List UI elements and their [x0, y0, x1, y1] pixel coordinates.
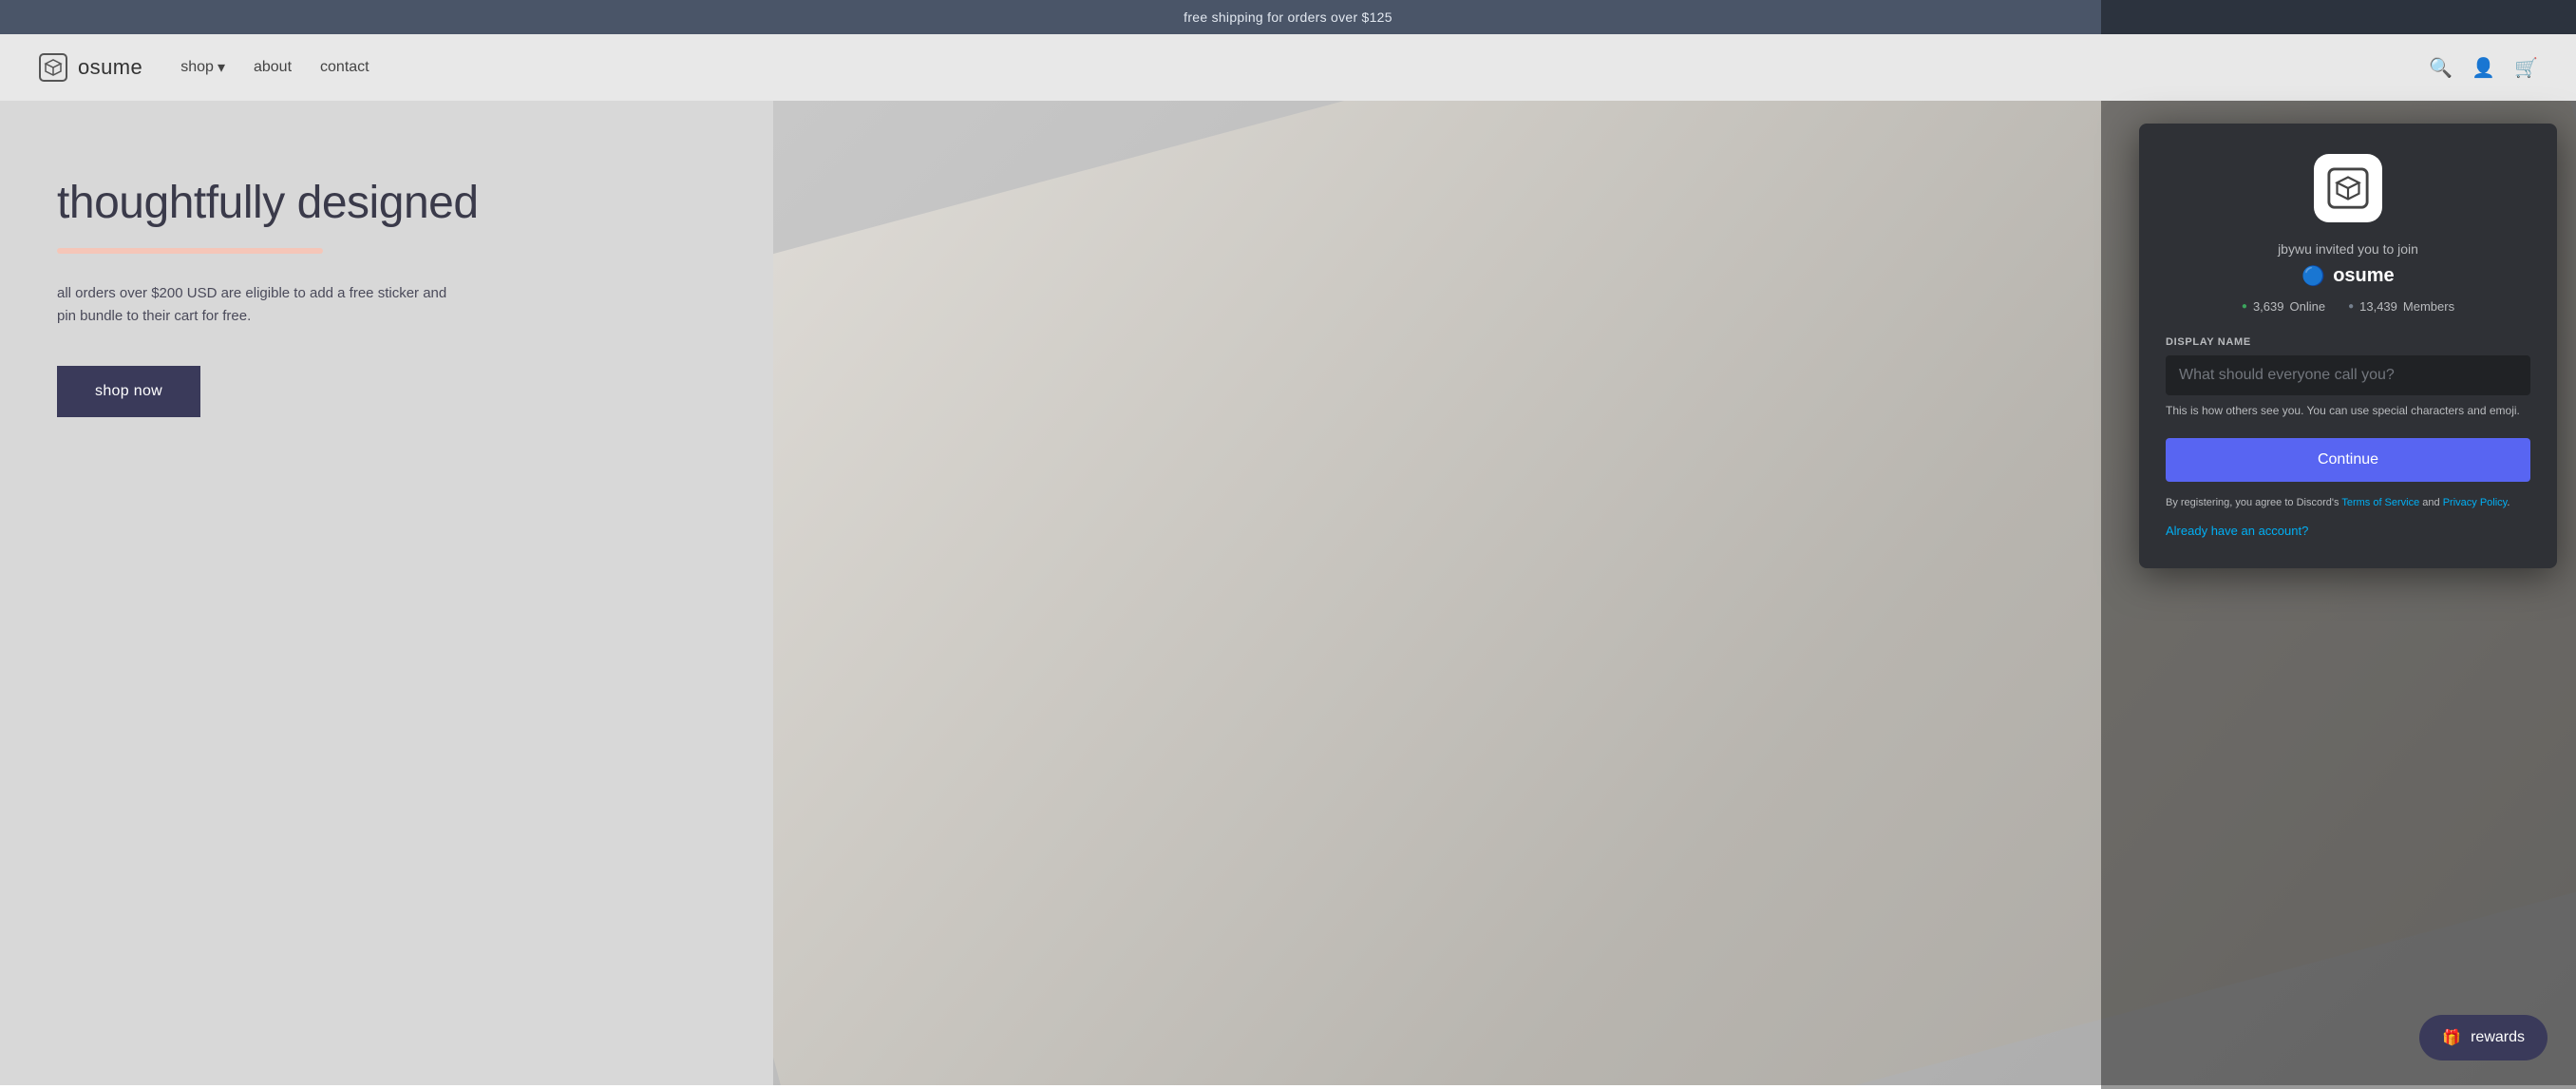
discord-verified-icon: 🔵: [2301, 264, 2325, 288]
already-have-account-link[interactable]: Already have an account?: [2166, 524, 2530, 538]
announcement-bar: free shipping for orders over $125: [0, 0, 2576, 34]
shop-now-button[interactable]: shop now: [57, 366, 200, 417]
shop-dropdown-icon: ▾: [218, 58, 225, 77]
discord-invite-modal: jbywu invited you to join 🔵 osume ● 3,63…: [2139, 124, 2557, 568]
discord-online-stat: ● 3,639 Online: [2242, 299, 2325, 314]
main-nav: shop ▾ about contact: [180, 58, 369, 77]
cart-icon[interactable]: 🛒: [2514, 56, 2538, 80]
terms-of-service-link[interactable]: Terms of Service: [2341, 497, 2419, 508]
header-right: 🔍 👤 🛒: [2429, 56, 2538, 80]
members-label: Members: [2403, 299, 2454, 314]
hero-description: all orders over $200 USD are eligible to…: [57, 282, 456, 328]
rewards-label: rewards: [2471, 1029, 2525, 1046]
discord-server-name-text: osume: [2333, 265, 2394, 287]
privacy-policy-link[interactable]: Privacy Policy: [2443, 497, 2508, 508]
header: osume shop ▾ about contact 🔍 👤 🛒: [0, 34, 2576, 101]
rewards-button[interactable]: 🎁 rewards: [2419, 1015, 2548, 1060]
announcement-text: free shipping for orders over $125: [1184, 10, 1392, 25]
hero-divider: [57, 248, 323, 254]
display-name-label: DISPLAY NAME: [2166, 336, 2530, 348]
display-name-input[interactable]: [2166, 355, 2530, 395]
account-icon[interactable]: 👤: [2472, 56, 2495, 80]
hero-title: thoughtfully designed: [57, 177, 479, 229]
logo[interactable]: osume: [38, 52, 142, 83]
discord-continue-button[interactable]: Continue: [2166, 438, 2530, 482]
osume-discord-icon: [2326, 166, 2370, 210]
display-name-field-group: DISPLAY NAME This is how others see you.…: [2166, 336, 2530, 419]
search-icon[interactable]: 🔍: [2429, 56, 2453, 80]
rewards-icon: 🎁: [2442, 1028, 2461, 1047]
discord-stats: ● 3,639 Online ● 13,439 Members: [2166, 299, 2530, 314]
discord-members-stat: ● 13,439 Members: [2348, 299, 2454, 314]
discord-invite-text: jbywu invited you to join: [2166, 241, 2530, 257]
logo-icon: [38, 52, 68, 83]
display-name-hint: This is how others see you. You can use …: [2166, 403, 2530, 419]
online-dot: ●: [2242, 301, 2247, 312]
discord-server-name-row: 🔵 osume: [2166, 264, 2530, 288]
discord-logo-wrap: [2166, 154, 2530, 222]
nav-contact[interactable]: contact: [320, 59, 369, 76]
nav-shop[interactable]: shop ▾: [180, 58, 225, 77]
discord-terms-text: By registering, you agree to Discord's T…: [2166, 495, 2530, 511]
nav-about[interactable]: about: [254, 59, 292, 76]
members-count: 13,439: [2359, 299, 2397, 314]
members-dot: ●: [2348, 301, 2354, 312]
online-label: Online: [2290, 299, 2326, 314]
hero-content: thoughtfully designed all orders over $2…: [0, 101, 536, 493]
online-count: 3,639: [2253, 299, 2284, 314]
logo-text: osume: [78, 55, 142, 80]
discord-logo-box: [2314, 154, 2382, 222]
header-left: osume shop ▾ about contact: [38, 52, 369, 83]
